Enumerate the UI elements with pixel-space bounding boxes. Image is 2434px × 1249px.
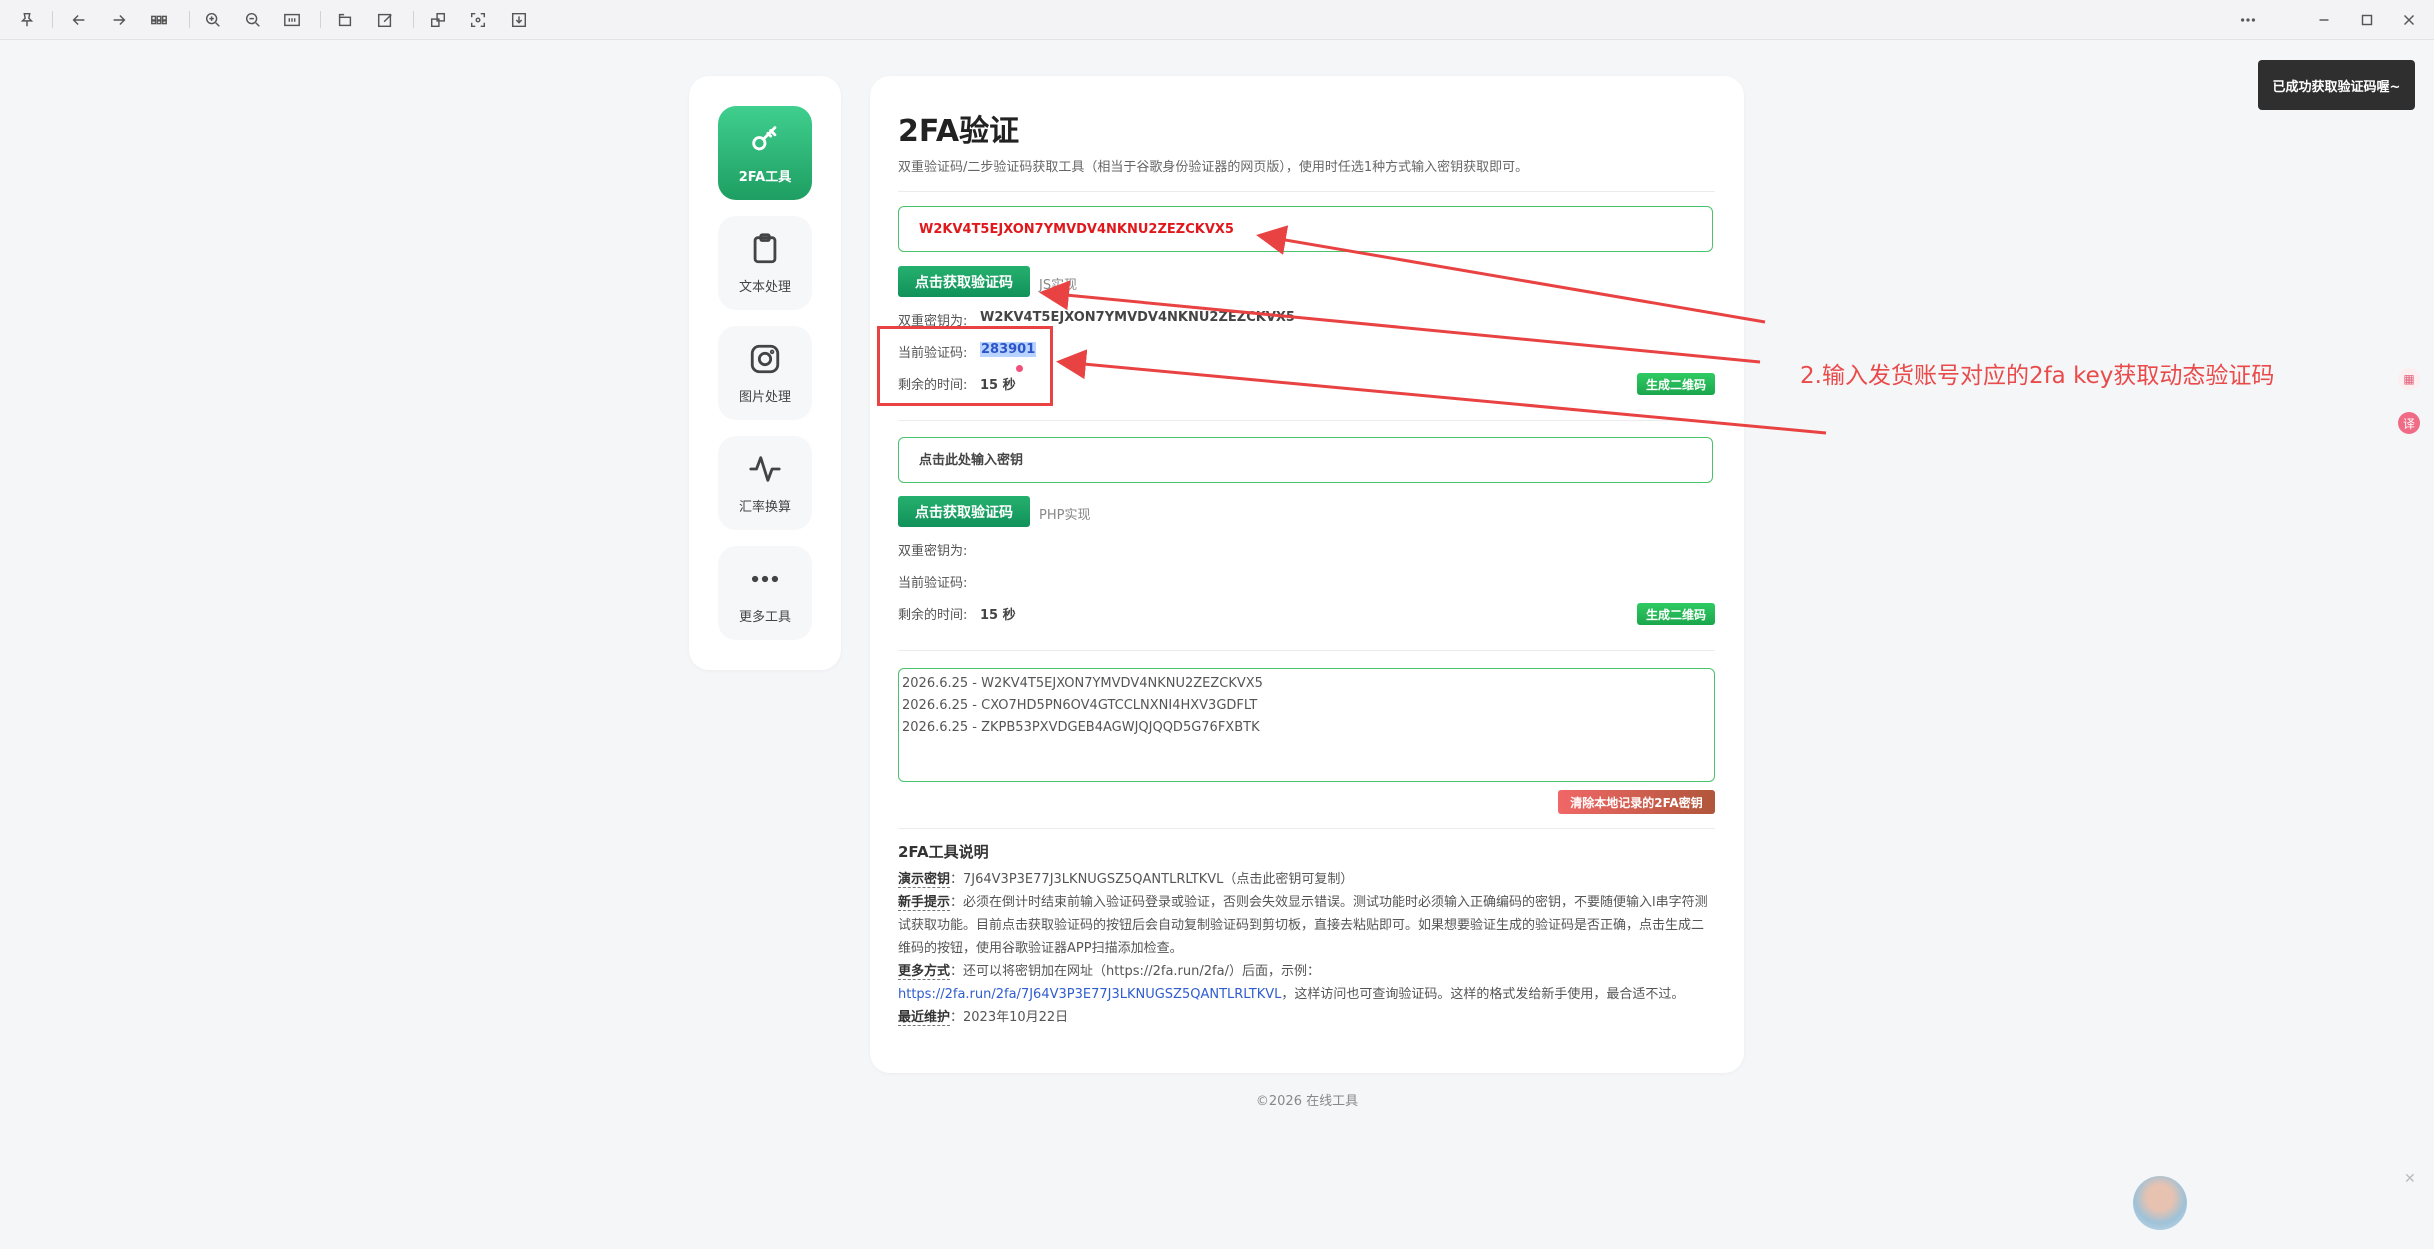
divider (898, 650, 1715, 651)
avatar[interactable] (2133, 1176, 2187, 1230)
sidebar-item-label: 更多工具 (738, 609, 791, 625)
clear-records-button[interactable]: 清除本地记录的2FA密钥 (1558, 790, 1715, 814)
annotation-highlight-box (877, 326, 1053, 406)
php-impl-label: PHP实现 (1039, 508, 1091, 523)
more-options-icon[interactable] (2238, 10, 2258, 30)
js-secret-value: W2KV4T5EJXON7YMVDV4NKNU2ZEZCKVX5 (980, 310, 1295, 325)
js-get-code-button[interactable]: 点击获取验证码 (898, 266, 1030, 297)
page-subtitle: 双重验证码/二步验证码获取工具（相当于谷歌身份验证器的网页版），使用时任选1种方… (898, 160, 1529, 175)
sidebar: 2FA工具 文本处理 图片处理 汇率换算 更多工具 (689, 76, 841, 670)
extract-icon[interactable] (428, 10, 448, 30)
example-link[interactable]: https://2fa.run/2fa/7J64V3P3E77J3LKNUGSZ… (898, 987, 1281, 1002)
toolbar-divider (52, 11, 53, 28)
more-label: 更多方式 (898, 964, 951, 980)
camera-icon (750, 344, 780, 373)
close-icon[interactable] (2399, 10, 2419, 30)
record-line: 2026.6.25 - CXO7HD5PN6OV4GTCCLNXNI4HXV3G… (902, 698, 1258, 713)
php-secret-label: 双重密钥为: (898, 544, 968, 559)
viewer-toolbar (0, 0, 2434, 40)
sidebar-item-label: 图片处理 (738, 389, 791, 405)
js-qr-button[interactable]: 生成二维码 (1637, 373, 1715, 395)
sidebar-item-label: 汇率换算 (738, 499, 791, 515)
annotation-text: 2.输入发货账号对应的2fa key获取动态验证码 (1800, 363, 2275, 389)
sidebar-item-2fa[interactable]: 2FA工具 (718, 106, 812, 200)
sidebar-item-exchange[interactable]: 汇率换算 (718, 436, 812, 530)
grid-view-icon[interactable] (149, 10, 169, 30)
page-title: 2FA验证 (898, 114, 1020, 149)
sidebar-item-label: 2FA工具 (738, 169, 792, 185)
sidebar-item-image[interactable]: 图片处理 (718, 326, 812, 420)
chat-close-icon[interactable]: ✕ (2404, 1171, 2416, 1187)
toolbar-divider (320, 11, 321, 28)
forward-arrow-icon[interactable] (109, 10, 129, 30)
php-code-label: 当前验证码: (898, 576, 968, 591)
toolbar-divider (413, 11, 414, 28)
demo-key-value[interactable]: ：7J64V3P3E77J3LKNUGSZ5QANTLRLTKVL（点击此密钥可… (950, 872, 1353, 887)
demo-key-label: 演示密钥 (898, 872, 951, 888)
description-title: 2FA工具说明 (898, 843, 989, 861)
more-value: ：还可以将密钥加在网址（https://2fa.run/2fa/）后面，示例： (950, 964, 1320, 979)
divider (898, 420, 1715, 421)
sidebar-item-more[interactable]: 更多工具 (718, 546, 812, 640)
more-icon (751, 575, 779, 582)
tips-label: 新手提示 (898, 895, 951, 911)
records-textarea[interactable]: 2026.6.25 - W2KV4T5EJXON7YMVDV4NKNU2ZEZC… (898, 668, 1715, 782)
rotate-icon[interactable] (335, 10, 355, 30)
clipboard-icon (753, 232, 777, 263)
minimize-icon[interactable] (2314, 10, 2334, 30)
success-toast: 已成功获取验证码喔~ (2258, 60, 2415, 110)
php-key-input[interactable] (898, 437, 1713, 483)
divider (898, 828, 1715, 829)
description-body: 演示密钥：7J64V3P3E77J3LKNUGSZ5QANTLRLTKVL（点击… (898, 868, 1715, 1029)
save-icon[interactable] (509, 10, 529, 30)
zoom-in-icon[interactable] (203, 10, 223, 30)
record-line: 2026.6.25 - ZKPB53PXVDGEB4AGWJQJQQD5G76F… (902, 720, 1260, 735)
toolbar-divider (189, 11, 190, 28)
php-get-code-button[interactable]: 点击获取验证码 (898, 496, 1030, 527)
tips-value: ：必须在倒计时结束前输入验证码登录或验证，否则会失效显示错误。测试功能时必须输入… (898, 895, 1708, 956)
activity-icon (749, 455, 781, 482)
sidebar-item-text[interactable]: 文本处理 (718, 216, 812, 310)
php-time-value: 15 秒 (980, 608, 1016, 623)
zoom-out-icon[interactable] (243, 10, 263, 30)
updated-label: 最近维护 (898, 1010, 951, 1026)
js-impl-label: JS实现 (1039, 278, 1078, 293)
php-qr-button[interactable]: 生成二维码 (1637, 603, 1715, 625)
screenshot-icon[interactable] (468, 10, 488, 30)
footer-copyright: ©2026 在线工具 (1255, 1094, 1359, 1109)
php-time-label: 剩余的时间: (898, 608, 968, 623)
divider (898, 191, 1715, 192)
js-key-input[interactable] (898, 206, 1713, 252)
maximize-icon[interactable] (2357, 10, 2377, 30)
record-line: 2026.6.25 - W2KV4T5EJXON7YMVDV4NKNU2ZEZC… (902, 676, 1263, 691)
more-tail: ，这样访问也可查询验证码。这样的格式发给新手使用，最合适不过。 (1281, 987, 1685, 1002)
key-icon (752, 125, 777, 150)
edit-icon[interactable] (375, 10, 395, 30)
main-card: 2FA验证 双重验证码/二步验证码获取工具（相当于谷歌身份验证器的网页版），使用… (870, 76, 1744, 1073)
float-apps-icon[interactable]: ▦ (2398, 368, 2420, 390)
float-translate-icon[interactable]: 译 (2398, 412, 2420, 434)
sidebar-item-label: 文本处理 (738, 279, 791, 295)
back-arrow-icon[interactable] (69, 10, 89, 30)
updated-value: ：2023年10月22日 (950, 1010, 1069, 1025)
actual-size-icon[interactable] (282, 10, 302, 30)
pin-icon[interactable] (17, 10, 37, 30)
